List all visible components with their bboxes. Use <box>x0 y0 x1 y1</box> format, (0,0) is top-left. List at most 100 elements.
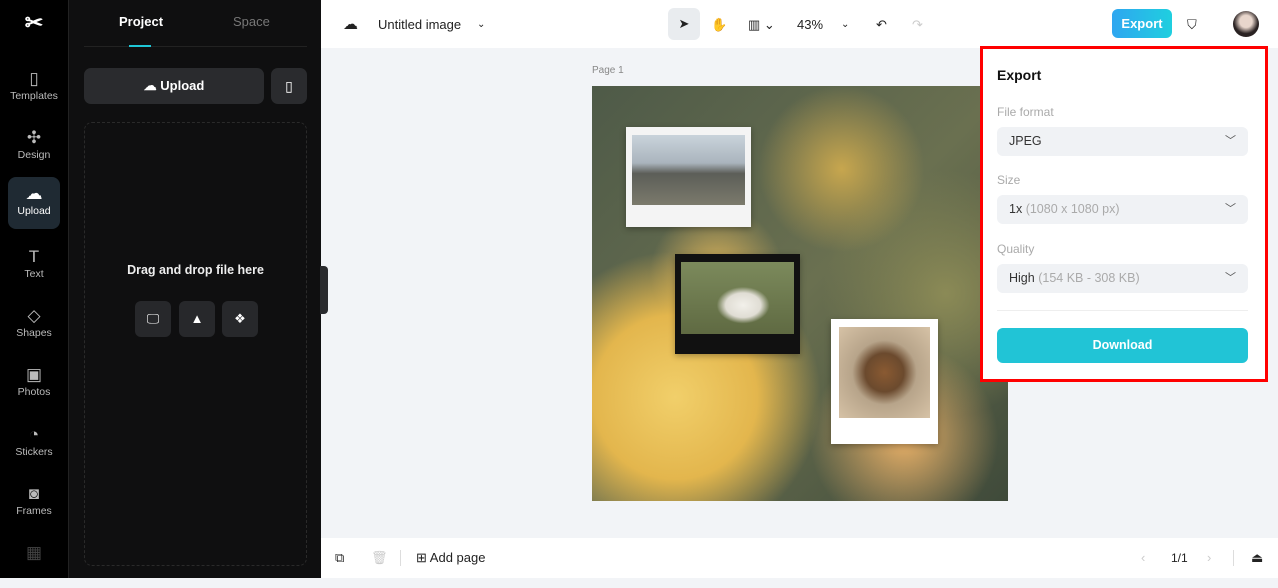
rail-item-photos[interactable]: ▣ Photos <box>8 358 60 410</box>
layout-icon: ▥ ⌄ <box>748 17 775 32</box>
download-button[interactable]: Download <box>997 328 1248 363</box>
rail-item-shapes[interactable]: ◇ Shapes <box>8 299 60 351</box>
hand-tool-button[interactable]: ✋ <box>711 12 727 38</box>
tab-indicator <box>129 45 151 47</box>
export-title: Export <box>997 67 1042 83</box>
rail-item-design[interactable]: ✣ Design <box>8 121 60 173</box>
chevron-right-icon: › <box>1207 550 1212 565</box>
monitor-icon: 🖵 <box>146 311 160 326</box>
rail-item-stickers[interactable]: ◔ Stickers <box>8 418 60 470</box>
duplicate-page-button[interactable]: ⧉ <box>335 548 344 568</box>
title-chevron-down-icon[interactable]: ⌄ <box>477 12 485 38</box>
stickers-icon: ◔ <box>28 425 40 444</box>
rail-label: Stickers <box>15 446 53 458</box>
cloud-save-icon[interactable]: ☁ <box>343 12 358 38</box>
upload-panel: Project Space ☁ Upload ▯ Drag and drop f… <box>68 0 321 578</box>
upload-cloud-icon: ☁ <box>25 184 43 203</box>
cursor-icon: ➤ <box>678 16 690 31</box>
rail-label: Photos <box>17 386 51 398</box>
add-page-button[interactable]: ⊞ Add page <box>416 548 485 568</box>
chevron-down-icon: ﹀ <box>1225 203 1236 215</box>
shield-check-icon: ⛉ <box>1187 17 1197 32</box>
shield-button[interactable]: ⛉ <box>1187 12 1197 38</box>
white-puppy-photo[interactable] <box>675 254 800 354</box>
tab-space[interactable]: Space <box>233 14 270 29</box>
drop-text: Drag and drop file here <box>127 263 264 277</box>
avatar[interactable] <box>1233 11 1259 37</box>
text-icon: T <box>28 247 40 266</box>
expand-pages-button[interactable]: ⏏ <box>1251 548 1263 568</box>
design-icon: ✣ <box>26 128 42 147</box>
rail-item-frames[interactable]: ◙ Frames <box>8 477 60 529</box>
frames-icon: ◙ <box>28 484 40 503</box>
hand-icon: ✋ <box>711 17 728 32</box>
rail-item-more[interactable]: ▦ <box>8 536 60 588</box>
document-title[interactable]: Untitled image <box>378 12 461 38</box>
shapes-icon: ◇ <box>27 306 41 325</box>
design-canvas[interactable] <box>592 86 1008 501</box>
quality-value: High <box>1009 271 1035 285</box>
layout-menu-button[interactable]: ▥ ⌄ <box>748 12 775 38</box>
size-value: 1x <box>1009 202 1023 216</box>
size-select[interactable]: 1x (1080 x 1080 px) ﹀ <box>997 195 1248 224</box>
size-label: Size <box>997 173 1021 187</box>
google-drive-icon: ▲ <box>190 311 204 326</box>
google-drive-button[interactable]: ▲ <box>179 301 215 337</box>
zoom-chevron-down-icon[interactable]: ⌄ <box>841 12 849 38</box>
undo-button[interactable]: ↶ <box>876 12 887 38</box>
divider <box>1233 550 1234 566</box>
divider <box>997 310 1248 311</box>
computer-source-button[interactable]: 🖵 <box>135 301 171 337</box>
tab-divider <box>84 46 307 47</box>
upload-cloud-icon: ☁ <box>143 78 161 93</box>
capcut-logo-icon[interactable]: ✂ <box>20 12 48 34</box>
rail-item-upload[interactable]: ☁ Upload <box>8 177 60 229</box>
upload-button[interactable]: ☁ Upload <box>84 68 264 104</box>
rail-label: Frames <box>16 505 52 517</box>
quality-detail: (154 KB - 308 KB) <box>1038 271 1140 285</box>
trash-icon: 🗑 <box>371 550 388 565</box>
burger-photo[interactable] <box>831 319 938 444</box>
left-rail: ✂ ▯ Templates ✣ Design ☁ Upload T Text ◇ Shap… <box>0 0 68 578</box>
expand-up-icon: ⏏ <box>1251 550 1264 565</box>
collapse-panel-handle[interactable] <box>320 266 328 314</box>
export-button[interactable]: Export <box>1112 9 1172 38</box>
rail-label: Templates <box>10 90 58 102</box>
chevron-left-icon: ‹ <box>1141 550 1146 565</box>
dropbox-icon: ❖ <box>234 311 246 326</box>
tab-project[interactable]: Project <box>119 14 163 29</box>
select-tool-button[interactable]: ➤ <box>668 8 700 40</box>
rail-label: Shapes <box>16 327 52 339</box>
rail-item-templates[interactable]: ▯ Templates <box>8 62 60 114</box>
bottom-toolbar: ⧉ 🗑 ⊞ Add page ‹ 1/1 › ⏏ <box>321 538 1278 578</box>
quality-label: Quality <box>997 242 1035 256</box>
upload-label: Upload <box>160 78 205 93</box>
file-format-select[interactable]: JPEG ﹀ <box>997 127 1248 156</box>
size-detail: (1080 x 1080 px) <box>1025 202 1120 216</box>
file-format-label: File format <box>997 105 1054 119</box>
rail-label: Design <box>17 149 51 161</box>
redo-button[interactable]: ↷ <box>912 12 923 38</box>
next-page-button[interactable]: › <box>1207 548 1211 568</box>
duplicate-icon: ⧉ <box>335 550 345 565</box>
previous-page-button[interactable]: ‹ <box>1141 548 1145 568</box>
delete-page-button[interactable]: 🗑 <box>371 548 388 568</box>
page-label: Page 1 <box>592 65 624 76</box>
divider <box>400 550 401 566</box>
redo-icon: ↷ <box>912 17 923 32</box>
templates-icon: ▯ <box>29 69 39 88</box>
chevron-down-icon: ﹀ <box>1225 135 1236 147</box>
quality-select[interactable]: High (154 KB - 308 KB) ﹀ <box>997 264 1248 293</box>
file-format-value: JPEG <box>1009 134 1042 148</box>
drop-zone[interactable]: Drag and drop file here 🖵 ▲ ❖ <box>84 122 307 566</box>
mountain-paraglider-photo[interactable] <box>626 127 751 227</box>
photos-icon: ▣ <box>25 365 43 384</box>
layout-icon: ▦ <box>25 543 43 562</box>
rail-item-text[interactable]: T Text <box>8 240 60 292</box>
phone-upload-button[interactable]: ▯ <box>271 68 307 104</box>
zoom-level[interactable]: 43% <box>797 12 823 38</box>
export-popover: Export File format JPEG ﹀ Size 1x (1080 x… <box>980 46 1268 382</box>
add-page-icon: ⊞ <box>416 550 430 565</box>
dropbox-button[interactable]: ❖ <box>222 301 258 337</box>
page-counter: 1/1 <box>1171 551 1188 565</box>
